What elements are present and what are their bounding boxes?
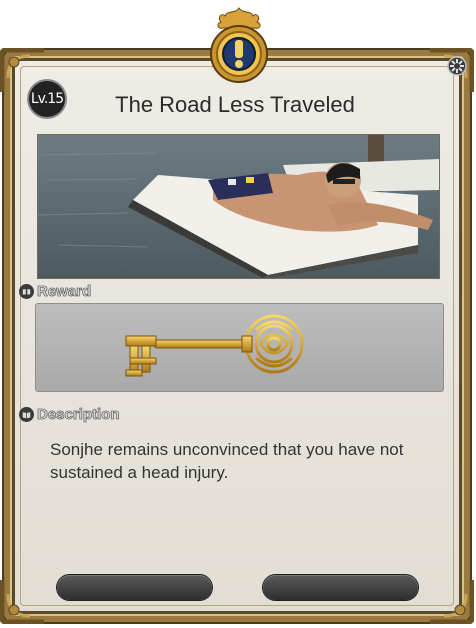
reward-label-text: Reward <box>37 283 92 301</box>
gear-icon[interactable] <box>446 55 468 77</box>
quest-title: The Road Less Traveled <box>115 92 355 117</box>
reward-section-label: Reward <box>19 283 91 300</box>
quest-scene-image <box>38 135 439 278</box>
quest-level-badge: Lv.15 <box>29 81 65 117</box>
quest-description: Sonjhe remains unconvinced that you have… <box>50 440 404 482</box>
accept-button[interactable] <box>57 575 212 600</box>
frame-corner-ornament <box>0 578 46 625</box>
description-section-label: Description <box>19 406 120 423</box>
frame-corner-ornament <box>428 578 475 625</box>
golden-key-icon <box>125 314 304 377</box>
reward-item-box[interactable] <box>35 303 444 392</box>
description-label-text: Description <box>37 406 120 424</box>
decline-button[interactable] <box>263 575 418 600</box>
book-icon <box>19 407 34 422</box>
reward-icon <box>19 284 34 299</box>
exclamation-emblem-icon <box>205 6 273 84</box>
